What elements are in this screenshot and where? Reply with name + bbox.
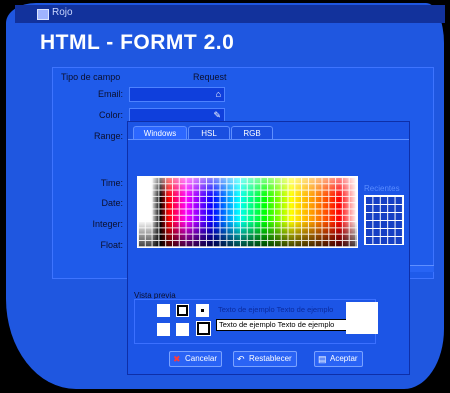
title-bar[interactable] <box>15 5 445 23</box>
recent-colors-label: Recientes <box>364 184 400 193</box>
recent-colors-grid[interactable] <box>364 195 404 245</box>
email-input[interactable]: ⌂ <box>129 87 225 102</box>
color-picker-dialog: Windows HSL RGB Recientes Vista previa T… <box>127 121 410 375</box>
label-email: Email: <box>97 89 123 99</box>
tab-windows[interactable]: Windows <box>133 126 187 140</box>
preview-swatch-2[interactable] <box>176 304 189 317</box>
label-date: Date: <box>101 198 123 208</box>
app-header: HTML - FORMT 2.0 <box>40 31 235 54</box>
preview-large-swatch <box>346 302 378 334</box>
document-icon: ▤ <box>318 354 327 364</box>
window-title: Rojo <box>52 7 73 18</box>
tab-rgb[interactable]: RGB <box>231 126 273 140</box>
label-color: Color: <box>98 110 123 120</box>
reset-button[interactable]: ↶ Restablecer <box>233 351 297 367</box>
swatch-dot <box>201 309 204 312</box>
cancel-label: Cancelar <box>185 354 218 363</box>
preview-swatch-5[interactable] <box>176 323 189 336</box>
sample-text-1: Texto de ejemplo Texto de ejemplo <box>218 305 334 314</box>
preview-swatch-6[interactable] <box>196 321 211 336</box>
accept-label: Aceptar <box>330 354 358 363</box>
undo-icon: ↶ <box>237 354 245 364</box>
label-time: Time: <box>100 178 123 188</box>
palette-cells <box>138 177 357 247</box>
tab-divider <box>128 139 409 140</box>
column-header-field-type: Tipo de campo <box>61 72 121 82</box>
palette-icon[interactable]: ✎ <box>213 110 221 121</box>
label-integer: Integer: <box>92 219 123 229</box>
tab-hsl[interactable]: HSL <box>188 126 230 140</box>
cancel-button[interactable]: ✖ Cancelar <box>169 351 223 367</box>
preview-swatch-3[interactable] <box>196 304 209 317</box>
color-palette-grid[interactable] <box>137 176 358 248</box>
sample-text-2: Texto de ejemplo Texto de ejemplo <box>216 319 352 331</box>
label-float: Float: <box>100 240 123 250</box>
preview-swatch-4[interactable] <box>157 323 170 336</box>
window-icon <box>37 9 49 20</box>
panel-edge <box>408 265 434 272</box>
accept-button[interactable]: ▤ Aceptar <box>314 351 363 367</box>
cancel-icon: ✖ <box>173 354 181 364</box>
preview-swatch-1[interactable] <box>157 304 170 317</box>
label-range: Range: <box>93 131 123 141</box>
reset-label: Restablecer <box>249 354 292 363</box>
home-icon[interactable]: ⌂ <box>216 89 221 99</box>
column-header-required: Request <box>193 72 227 82</box>
